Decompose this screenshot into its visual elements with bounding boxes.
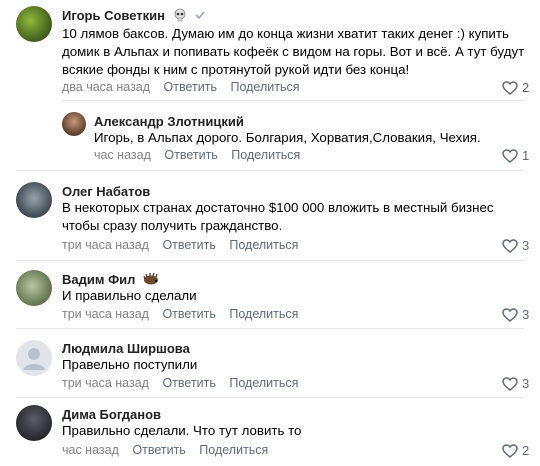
comment-meta: час назад Ответить Поделиться bbox=[62, 443, 278, 457]
share-button[interactable]: Поделиться bbox=[229, 238, 298, 252]
timestamp[interactable]: три часа назад bbox=[62, 238, 149, 252]
like-count: 3 bbox=[522, 376, 530, 391]
comment-text-line: домик в Альпах и попивать кофеёк с видом… bbox=[62, 44, 525, 59]
default-user-icon bbox=[23, 348, 45, 370]
share-button[interactable]: Поделиться bbox=[229, 307, 298, 321]
like-button[interactable]: 3 bbox=[502, 238, 529, 253]
like-button[interactable]: 3 bbox=[502, 307, 529, 322]
avatar[interactable] bbox=[16, 182, 52, 218]
comment-text-line: всякие фонды к ним с протянутой рукой ид… bbox=[62, 62, 410, 77]
reply-button[interactable]: Ответить bbox=[164, 148, 217, 162]
author-name[interactable]: Игорь Советкин bbox=[62, 8, 165, 23]
comment-text-line: В некоторых странах достаточно $100 000 … bbox=[62, 200, 494, 215]
timestamp[interactable]: два часа назад bbox=[62, 80, 150, 94]
comment-meta: три часа назад Ответить Поделиться bbox=[62, 307, 308, 321]
author-name[interactable]: Вадим Фил bbox=[62, 272, 135, 287]
avatar[interactable] bbox=[16, 340, 52, 376]
avatar[interactable] bbox=[62, 112, 86, 136]
heart-outline-icon bbox=[502, 148, 518, 163]
like-button[interactable]: 3 bbox=[502, 376, 529, 391]
share-button[interactable]: Поделиться bbox=[231, 148, 300, 162]
checkmark-icon bbox=[194, 9, 206, 24]
heart-outline-icon bbox=[502, 443, 518, 458]
timestamp[interactable]: три часа назад bbox=[62, 307, 149, 321]
hedgehog-icon bbox=[143, 272, 159, 288]
like-button[interactable]: 2 bbox=[502, 443, 529, 458]
divider bbox=[62, 100, 524, 101]
like-button[interactable]: 1 bbox=[502, 148, 529, 163]
share-button[interactable]: Поделиться bbox=[199, 443, 268, 457]
divider bbox=[16, 170, 524, 171]
avatar[interactable] bbox=[16, 270, 52, 306]
like-count: 2 bbox=[522, 443, 530, 458]
heart-outline-icon bbox=[502, 80, 518, 95]
reply-button[interactable]: Ответить bbox=[162, 238, 215, 252]
comment-meta: час назад Ответить Поделиться bbox=[94, 148, 310, 162]
comment-text-line: Правильно сделали. Что тут ловить то bbox=[62, 423, 302, 438]
skull-icon bbox=[173, 8, 187, 25]
divider bbox=[16, 397, 524, 398]
like-count: 3 bbox=[522, 307, 530, 322]
reply-button[interactable]: Ответить bbox=[162, 307, 215, 321]
comment-text-line: Игорь, в Альпах дорого. Болгария, Хорват… bbox=[94, 130, 481, 145]
avatar[interactable] bbox=[16, 405, 52, 441]
comment-author[interactable]: Вадим Фил bbox=[62, 272, 159, 288]
comment-author[interactable]: Александр Злотницкий bbox=[94, 114, 244, 129]
timestamp[interactable]: час назад bbox=[62, 443, 119, 457]
divider bbox=[16, 260, 524, 261]
like-button[interactable]: 2 bbox=[502, 80, 529, 95]
reply-button[interactable]: Ответить bbox=[164, 80, 217, 94]
divider bbox=[16, 328, 524, 329]
comment-meta: два часа назад Ответить Поделиться bbox=[62, 80, 310, 94]
reply-button[interactable]: Ответить bbox=[132, 443, 185, 457]
avatar[interactable] bbox=[16, 6, 52, 42]
like-count: 1 bbox=[522, 148, 530, 163]
comment-author[interactable]: Олег Набатов bbox=[62, 184, 150, 199]
share-button[interactable]: Поделиться bbox=[229, 376, 298, 390]
comment-text-line: Правельно поступили bbox=[62, 357, 198, 372]
heart-outline-icon bbox=[502, 376, 518, 391]
comment-meta: три часа назад Ответить Поделиться bbox=[62, 238, 308, 252]
comment-text-line: чтобы сразу получить гражданство. bbox=[62, 218, 283, 233]
reply-button[interactable]: Ответить bbox=[162, 376, 215, 390]
timestamp[interactable]: час назад bbox=[94, 148, 151, 162]
heart-outline-icon bbox=[502, 238, 518, 253]
comment-author[interactable]: Игорь Советкин bbox=[62, 8, 206, 25]
comment-text-line: И правильно сделали bbox=[62, 288, 197, 303]
comment-text-line: 10 лямов баксов. Думаю им до конца жизни… bbox=[62, 26, 509, 41]
like-count: 2 bbox=[522, 80, 530, 95]
heart-outline-icon bbox=[502, 307, 518, 322]
comment-author[interactable]: Дима Богданов bbox=[62, 407, 161, 422]
share-button[interactable]: Поделиться bbox=[230, 80, 299, 94]
comment-meta: три часа назад Ответить Поделиться bbox=[62, 376, 308, 390]
like-count: 3 bbox=[522, 238, 530, 253]
comment-author[interactable]: Людмила Ширшова bbox=[62, 341, 190, 356]
timestamp[interactable]: три часа назад bbox=[62, 376, 149, 390]
